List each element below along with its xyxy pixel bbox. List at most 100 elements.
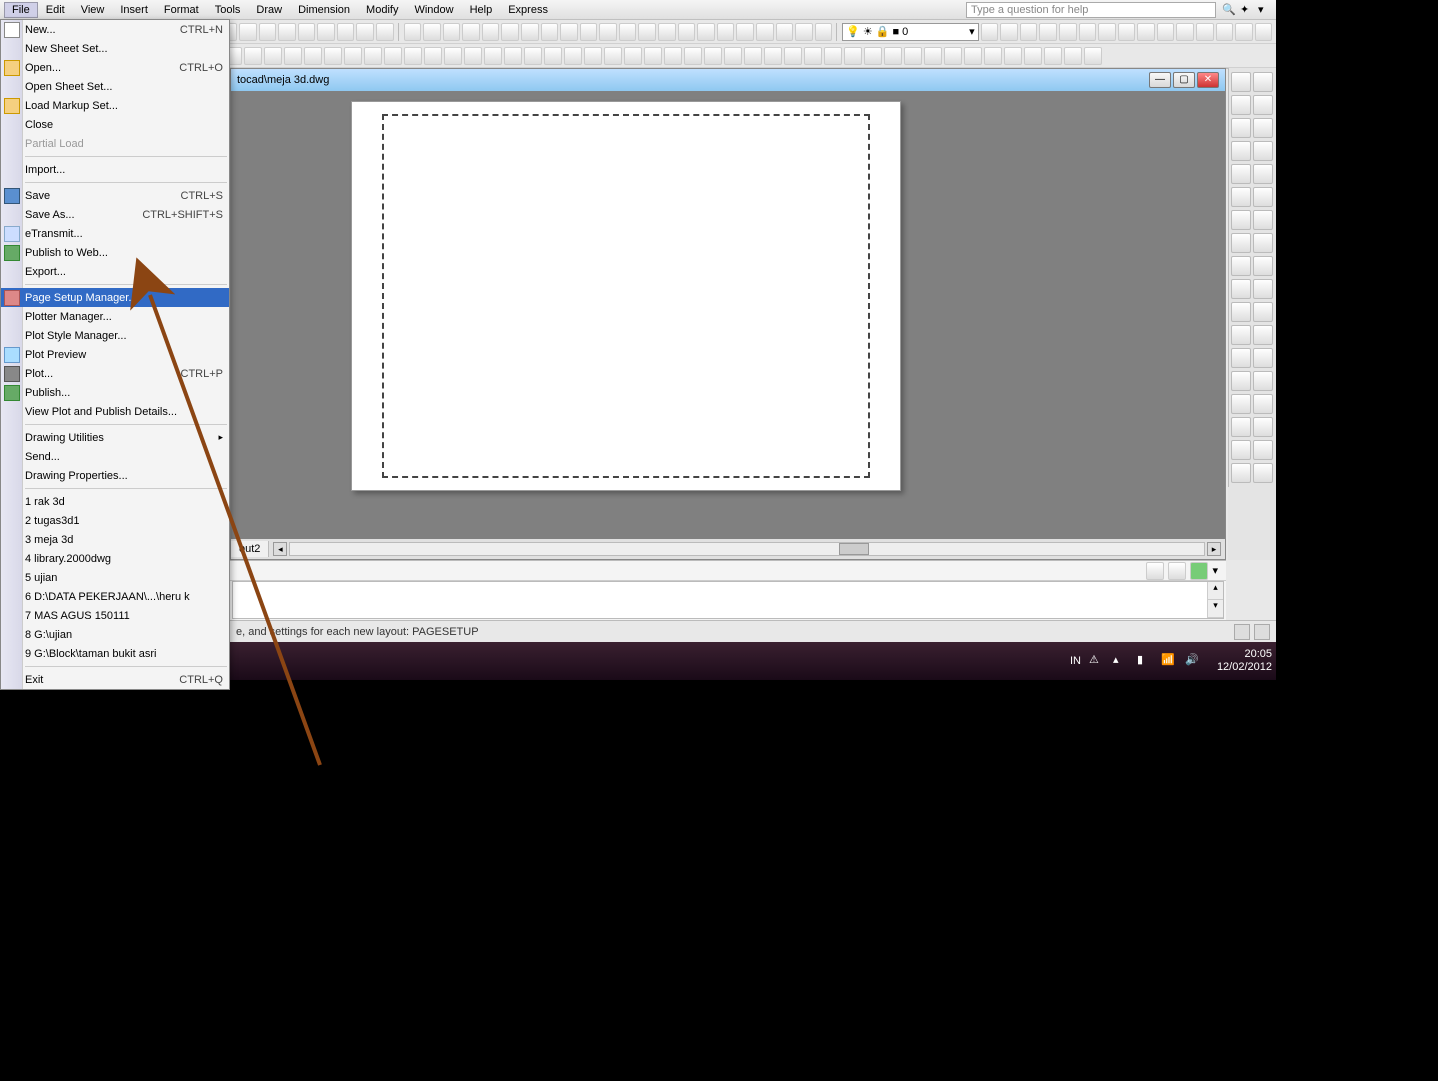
palette-button[interactable] bbox=[1253, 210, 1273, 230]
search-icon[interactable]: 🔍 bbox=[1222, 3, 1236, 17]
palette-button[interactable] bbox=[1253, 394, 1273, 414]
file-menu-item[interactable]: New Sheet Set... bbox=[1, 39, 229, 58]
palette-button[interactable] bbox=[1253, 440, 1273, 460]
toolbar-button[interactable] bbox=[964, 47, 982, 65]
toolbar-button[interactable] bbox=[560, 23, 578, 41]
file-menu-item[interactable]: 9 G:\Block\taman bukit asri bbox=[1, 644, 229, 663]
toolbar-button[interactable] bbox=[404, 23, 422, 41]
file-menu-item[interactable]: Plot Preview bbox=[1, 345, 229, 364]
palette-button[interactable] bbox=[1231, 187, 1251, 207]
palette-button[interactable] bbox=[1231, 118, 1251, 138]
palette-button[interactable] bbox=[1253, 72, 1273, 92]
menu-insert[interactable]: Insert bbox=[112, 2, 156, 18]
toolbar-button[interactable] bbox=[524, 47, 542, 65]
toolbar-button[interactable] bbox=[756, 23, 774, 41]
menu-view[interactable]: View bbox=[73, 2, 113, 18]
command-scrollbar[interactable]: ▴ ▾ bbox=[1207, 582, 1223, 618]
palette-button[interactable] bbox=[1231, 233, 1251, 253]
toolbar-button[interactable] bbox=[624, 47, 642, 65]
toolbar-button[interactable] bbox=[1084, 47, 1102, 65]
toolbar-button[interactable] bbox=[1044, 47, 1062, 65]
toolbar-button[interactable] bbox=[864, 47, 882, 65]
palette-button[interactable] bbox=[1231, 463, 1251, 483]
minimize-button[interactable]: — bbox=[1149, 72, 1171, 88]
palette-button[interactable] bbox=[1231, 279, 1251, 299]
toolbar-button[interactable] bbox=[717, 23, 735, 41]
toolbar-button[interactable] bbox=[1176, 23, 1194, 41]
toolbar-button[interactable] bbox=[884, 47, 902, 65]
toolbar-button[interactable] bbox=[284, 47, 302, 65]
menu-file[interactable]: File bbox=[4, 2, 38, 18]
palette-button[interactable] bbox=[1253, 302, 1273, 322]
file-menu-item[interactable]: Open Sheet Set... bbox=[1, 77, 229, 96]
toolbar-button[interactable] bbox=[1004, 47, 1022, 65]
file-menu-item[interactable]: 2 tugas3d1 bbox=[1, 511, 229, 530]
toolbar-button[interactable] bbox=[1118, 23, 1136, 41]
toolbar-button[interactable] bbox=[1098, 23, 1116, 41]
menu-window[interactable]: Window bbox=[406, 2, 461, 18]
toolbar-button[interactable] bbox=[1157, 23, 1175, 41]
palette-button[interactable] bbox=[1253, 141, 1273, 161]
toolbar-button[interactable] bbox=[580, 23, 598, 41]
toolbar-button[interactable] bbox=[544, 47, 562, 65]
toolbar-button[interactable] bbox=[604, 47, 622, 65]
layout-tab[interactable]: out2 bbox=[231, 541, 269, 557]
command-line-area[interactable]: ▴ ▾ bbox=[232, 581, 1224, 619]
toolbar-button[interactable] bbox=[444, 47, 462, 65]
toolbar-button[interactable] bbox=[944, 47, 962, 65]
toolbar-button[interactable] bbox=[584, 47, 602, 65]
menu-format[interactable]: Format bbox=[156, 2, 207, 18]
palette-button[interactable] bbox=[1231, 72, 1251, 92]
toolbar-button[interactable] bbox=[795, 23, 813, 41]
palette-button[interactable] bbox=[1231, 417, 1251, 437]
toolbar-button[interactable] bbox=[443, 23, 461, 41]
toolbar-button[interactable] bbox=[278, 23, 296, 41]
scroll-up-icon[interactable]: ▴ bbox=[1208, 582, 1223, 600]
dropdown-icon[interactable]: ▾ bbox=[1258, 3, 1272, 17]
toolbar-button[interactable] bbox=[424, 47, 442, 65]
file-menu-item[interactable]: 4 library.2000dwg bbox=[1, 549, 229, 568]
toolbar-button[interactable] bbox=[521, 23, 539, 41]
toolbar-button[interactable] bbox=[464, 47, 482, 65]
toolbar-button[interactable] bbox=[501, 23, 519, 41]
toolbar-button[interactable] bbox=[1235, 23, 1253, 41]
network-icon[interactable]: 📶 bbox=[1161, 653, 1177, 669]
file-menu-item[interactable]: 5 ujian bbox=[1, 568, 229, 587]
toolbar-button[interactable] bbox=[564, 47, 582, 65]
panel-icon[interactable] bbox=[1146, 562, 1164, 580]
chevron-down-icon[interactable]: ▾ bbox=[969, 25, 975, 38]
toolbar-button[interactable] bbox=[1255, 23, 1273, 41]
toolbar-button[interactable] bbox=[404, 47, 422, 65]
toolbar-button[interactable] bbox=[844, 47, 862, 65]
toolbar-button[interactable] bbox=[1079, 23, 1097, 41]
menu-draw[interactable]: Draw bbox=[248, 2, 290, 18]
battery-icon[interactable]: ▮ bbox=[1137, 653, 1153, 669]
tray-up-icon[interactable]: ▴ bbox=[1113, 653, 1129, 669]
toolbar-button[interactable] bbox=[482, 23, 500, 41]
toolbar-button[interactable] bbox=[504, 47, 522, 65]
toolbar-button[interactable] bbox=[736, 23, 754, 41]
toolbar-button[interactable] bbox=[304, 47, 322, 65]
palette-button[interactable] bbox=[1253, 325, 1273, 345]
palette-button[interactable] bbox=[1253, 348, 1273, 368]
toolbar-button[interactable] bbox=[904, 47, 922, 65]
palette-button[interactable] bbox=[1253, 279, 1273, 299]
palette-button[interactable] bbox=[1231, 440, 1251, 460]
toolbar-button[interactable] bbox=[259, 23, 277, 41]
taskbar-clock[interactable]: 20:05 12/02/2012 bbox=[1217, 648, 1272, 674]
toolbar-button[interactable] bbox=[724, 47, 742, 65]
action-center-icon[interactable]: ⚠ bbox=[1089, 653, 1105, 669]
menu-dimension[interactable]: Dimension bbox=[290, 2, 358, 18]
palette-button[interactable] bbox=[1231, 394, 1251, 414]
file-menu-item[interactable]: Load Markup Set... bbox=[1, 96, 229, 115]
toolbar-button[interactable] bbox=[317, 23, 335, 41]
file-menu-item[interactable]: View Plot and Publish Details... bbox=[1, 402, 229, 421]
toolbar-button[interactable] bbox=[1216, 23, 1234, 41]
toolbar-button[interactable] bbox=[664, 47, 682, 65]
toolbar-button[interactable] bbox=[638, 23, 656, 41]
document-titlebar[interactable]: tocad\meja 3d.dwg — ▢ ✕ bbox=[231, 69, 1225, 91]
toolbar-button[interactable] bbox=[239, 23, 257, 41]
toolbar-button[interactable] bbox=[384, 47, 402, 65]
toolbar-button[interactable] bbox=[423, 23, 441, 41]
chevron-down-icon[interactable]: ▾ bbox=[1212, 564, 1218, 577]
